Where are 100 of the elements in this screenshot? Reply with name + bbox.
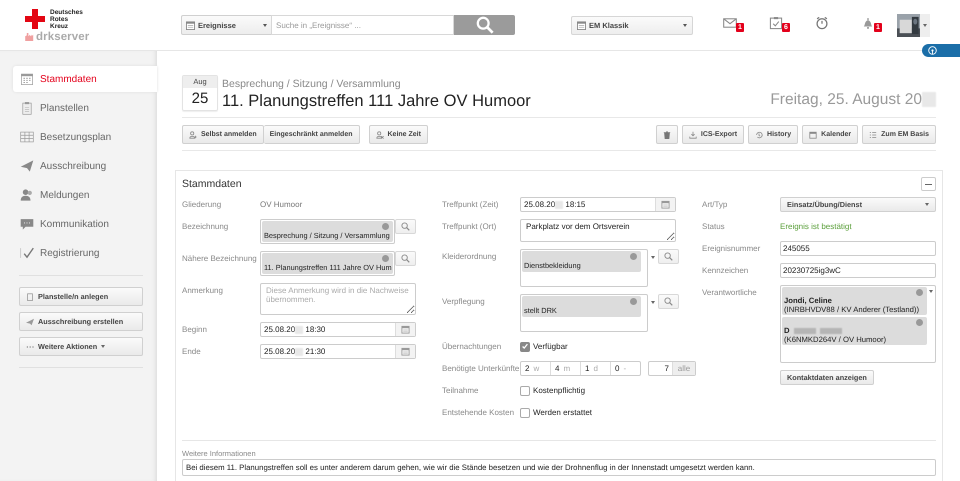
field-label: Kleiderordnung	[442, 251, 498, 263]
search-icon	[476, 16, 494, 34]
calendar-icon	[577, 20, 586, 30]
people-icon	[20, 188, 34, 202]
note-field[interactable]: Diese Anmerkung wird in die Nachweise übernommen.	[260, 283, 416, 315]
field-label: Übernachtungen	[442, 341, 502, 353]
search-button[interactable]	[658, 249, 679, 264]
search-button[interactable]	[395, 219, 416, 234]
calendar-icon	[809, 130, 818, 138]
calendar-icon[interactable]	[401, 347, 410, 356]
date-field[interactable]: 25.08.20 18:30	[260, 322, 416, 337]
panel-title: Stammdaten	[182, 178, 242, 190]
status-text: Ereignis ist bestätigt	[780, 221, 852, 233]
event-category: Besprechung / Sitzung / Versammlung	[222, 78, 402, 90]
sidebar-item[interactable]: Meldungen	[13, 182, 157, 208]
field-label: Entstehende Kosten	[442, 407, 516, 419]
trash-icon	[662, 130, 671, 138]
checkbox[interactable]	[520, 342, 530, 352]
history-icon	[755, 130, 764, 138]
clear-icon[interactable]	[382, 255, 389, 262]
search-button[interactable]	[658, 294, 679, 309]
field-label: Ereignisnummer	[702, 243, 762, 255]
mail-icon[interactable]	[723, 16, 737, 30]
clipboard-icon	[20, 101, 34, 115]
field-label: Art/Typ	[702, 199, 728, 211]
caret-icon[interactable]	[929, 290, 933, 293]
date-field[interactable]: 25.08.20 21:30	[260, 344, 416, 359]
field-label: Anmerkung	[182, 285, 224, 297]
field-label: Treffpunkt (Zeit)	[442, 199, 500, 211]
sidebar-item[interactable]: Kommunikation	[13, 211, 157, 237]
list-icon	[869, 130, 878, 138]
date-field[interactable]: 25.08.20 18:15	[520, 197, 676, 212]
person-icon	[189, 130, 197, 138]
field-value: OV Humoor	[260, 199, 302, 211]
caret-icon	[101, 345, 106, 348]
table-icon	[20, 130, 34, 144]
sidebar-item[interactable]: Planstellen	[13, 95, 157, 121]
connection-tab[interactable]	[922, 44, 960, 57]
clear-icon[interactable]	[382, 223, 389, 230]
search-icon	[664, 252, 673, 261]
location-field[interactable]: Parkplatz vor dem Ortsverein	[520, 219, 676, 242]
checkmark-icon	[20, 246, 34, 260]
field-label: Benötigte Unterkünfte	[442, 363, 520, 375]
search-icon	[401, 222, 410, 231]
field-label: Bezeichnung	[182, 221, 230, 233]
cross-icon	[25, 9, 45, 29]
check-icon	[521, 342, 529, 351]
field-label: Nähere Bezeichnung	[182, 253, 258, 265]
field-label: Gliederung	[182, 199, 222, 211]
paper-plane-icon	[20, 159, 34, 173]
field-label: Ende	[182, 346, 202, 358]
field-label: Verpflegung	[442, 296, 486, 308]
text-field[interactable]: 20230725ig3wC	[780, 263, 936, 278]
field-label: Treffpunkt (Ort)	[442, 221, 498, 233]
search-button[interactable]	[454, 15, 515, 35]
bell-icon[interactable]	[861, 16, 875, 30]
field-label: Verantwortliche	[702, 287, 758, 299]
search-field[interactable]: Suche in „Ereignisse“ ...	[271, 15, 454, 35]
calendar-icon[interactable]	[661, 200, 670, 209]
checkbox-label: Verfügbar	[533, 342, 568, 351]
chat-icon	[20, 217, 34, 231]
clear-icon[interactable]	[630, 253, 637, 260]
sidebar-item[interactable]: Stammdaten	[13, 66, 157, 92]
checkbox-label: Werden erstattet	[533, 408, 592, 417]
calendar-icon	[20, 72, 34, 86]
caret-icon	[925, 203, 929, 206]
building-icon	[25, 33, 35, 41]
field-label: Kennzeichen	[702, 265, 750, 277]
caret-icon[interactable]	[651, 256, 655, 259]
event-title: 11. Planungstreffen 111 Jahre OV Humoor	[222, 92, 532, 111]
clipboard-check-icon[interactable]	[769, 16, 783, 30]
field-label: Beginn	[182, 324, 208, 336]
caret-icon[interactable]	[923, 24, 927, 26]
clear-icon[interactable]	[916, 289, 923, 296]
total-field[interactable]: 7 alle	[648, 361, 696, 376]
calendar-icon[interactable]	[401, 325, 410, 334]
delete-button[interactable]	[656, 125, 678, 144]
paper-plane-icon	[26, 318, 34, 326]
stopwatch-icon[interactable]	[815, 16, 829, 30]
event-date: Freitag, 25. August 20	[770, 91, 936, 109]
text-field[interactable]: 245055	[780, 241, 936, 256]
person-icon	[376, 130, 384, 138]
search-button[interactable]	[395, 251, 416, 266]
clear-icon[interactable]	[916, 319, 923, 326]
field-label: Teilnahme	[442, 385, 480, 397]
sidebar-item[interactable]: Registrierung	[13, 240, 157, 266]
checkbox[interactable]	[520, 408, 530, 418]
clear-icon[interactable]	[630, 298, 637, 305]
field-label: Status	[702, 221, 726, 233]
checkbox-label: Kostenpflichtig	[533, 386, 586, 395]
sidebar-item[interactable]: Besetzungsplan	[13, 124, 157, 150]
sidebar-item[interactable]: Ausschreibung	[13, 153, 157, 179]
checkbox[interactable]	[520, 386, 530, 396]
download-icon	[688, 130, 697, 138]
caret-icon[interactable]	[651, 301, 655, 304]
calendar-icon	[186, 20, 195, 30]
search-icon	[401, 254, 410, 263]
collapse-button[interactable]	[921, 177, 936, 191]
product-name: drkserver	[36, 32, 90, 43]
broadcast-icon	[928, 46, 937, 55]
